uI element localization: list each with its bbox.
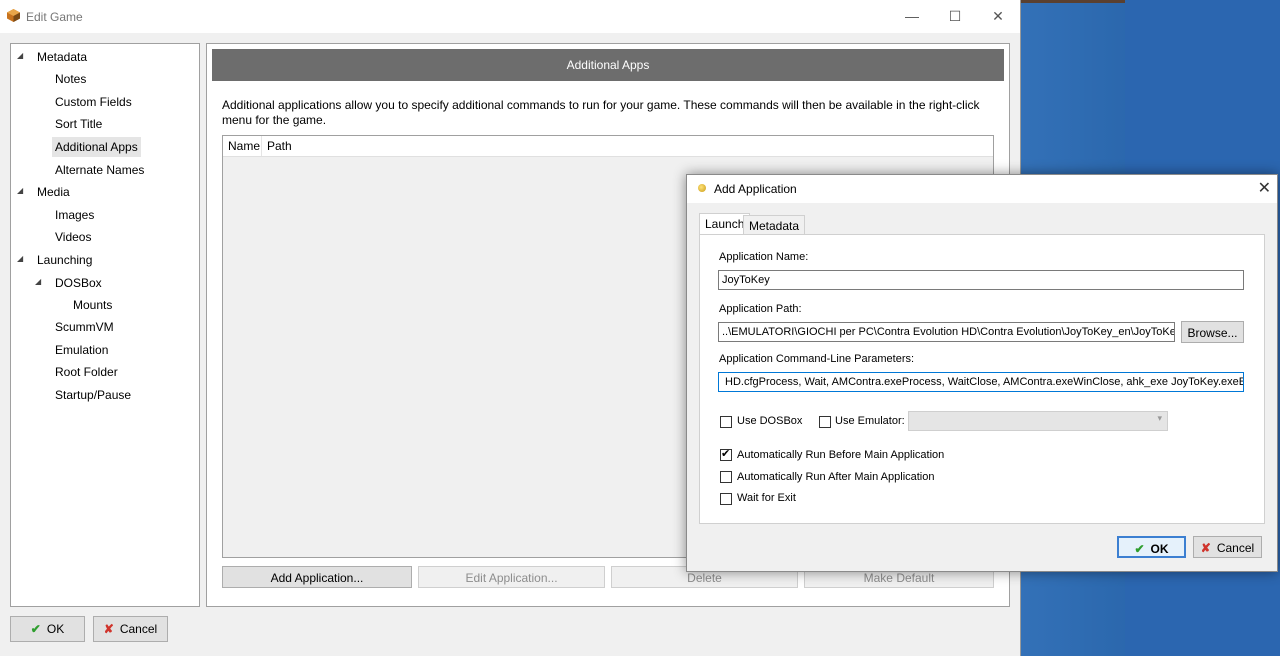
list-header: Name Path bbox=[223, 136, 993, 157]
use-dosbox-checkbox[interactable] bbox=[720, 416, 732, 428]
collapse-caret-icon[interactable]: ◢ bbox=[17, 181, 23, 201]
tree-item-emulation[interactable]: Emulation bbox=[52, 340, 111, 360]
section-header: Additional Apps bbox=[212, 49, 1004, 81]
checkmark-icon: ✔ bbox=[30, 622, 41, 636]
dialog-ok-label: OK bbox=[1150, 542, 1169, 556]
collapse-caret-icon[interactable]: ◢ bbox=[17, 249, 23, 269]
tree-item-launching[interactable]: Launching bbox=[34, 250, 95, 270]
column-path[interactable]: Path bbox=[262, 136, 367, 156]
minimize-button[interactable]: — bbox=[890, 0, 934, 33]
column-name[interactable]: Name bbox=[223, 136, 262, 156]
cmdline-input[interactable]: HD.cfgProcess, Wait, AMContra.exeProcess… bbox=[718, 372, 1244, 392]
auto-run-after-label: Automatically Run After Main Application bbox=[737, 471, 935, 483]
tree-item-additional-apps[interactable]: Additional Apps bbox=[52, 137, 141, 157]
section-description: Additional applications allow you to spe… bbox=[222, 98, 980, 127]
dialog-title-bar: Add Application ✕ bbox=[687, 175, 1277, 203]
tree-item-media[interactable]: Media bbox=[34, 182, 73, 202]
tree-item-videos[interactable]: Videos bbox=[52, 227, 94, 247]
tab-metadata[interactable]: Metadata bbox=[743, 215, 806, 235]
wait-for-exit-label: Wait for Exit bbox=[737, 492, 796, 504]
cross-icon: ✘ bbox=[103, 622, 114, 636]
dialog-ok-button[interactable]: ✔ OK bbox=[1117, 536, 1186, 558]
app-path-label: Application Path: bbox=[719, 303, 802, 315]
cmdline-label: Application Command-Line Parameters: bbox=[719, 353, 915, 365]
emulator-select[interactable]: ▾ bbox=[908, 411, 1168, 431]
dialog-close-icon[interactable]: ✕ bbox=[1258, 178, 1271, 198]
title-bar: Edit Game — ☐ ✕ bbox=[0, 0, 1020, 33]
browse-button[interactable]: Browse... bbox=[1181, 321, 1244, 343]
checkmark-icon: ✔ bbox=[721, 448, 731, 460]
launchbox-icon bbox=[7, 9, 20, 22]
dialog-title: Add Application bbox=[714, 182, 797, 196]
ok-label: OK bbox=[46, 622, 65, 636]
close-button[interactable]: ✕ bbox=[976, 0, 1020, 33]
wait-for-exit-checkbox[interactable] bbox=[720, 493, 732, 505]
use-emulator-checkbox[interactable] bbox=[819, 416, 831, 428]
dialog-cancel-button[interactable]: ✘ Cancel bbox=[1193, 536, 1262, 558]
collapse-caret-icon[interactable]: ◢ bbox=[17, 46, 23, 66]
tree-item-scummvm[interactable]: ScummVM bbox=[52, 317, 117, 337]
dialog-cancel-label: Cancel bbox=[1216, 541, 1255, 555]
tree-item-alternate-names[interactable]: Alternate Names bbox=[52, 160, 147, 180]
app-path-input[interactable]: ..\EMULATORI\GIOCHI per PC\Contra Evolut… bbox=[718, 322, 1175, 342]
auto-run-after-checkbox[interactable] bbox=[720, 471, 732, 483]
chevron-down-icon: ▾ bbox=[1157, 413, 1162, 423]
auto-run-before-checkbox[interactable]: ✔ bbox=[720, 448, 732, 461]
ok-button[interactable]: ✔ OK bbox=[10, 616, 85, 642]
navigation-tree: ◢ Metadata Notes Custom Fields Sort Titl… bbox=[10, 43, 200, 607]
add-application-dialog: Add Application ✕ Launch Metadata Applic… bbox=[686, 174, 1278, 572]
window-title: Edit Game bbox=[26, 10, 83, 24]
launch-tab-panel: Application Name: JoyToKey Application P… bbox=[699, 234, 1265, 524]
use-emulator-label: Use Emulator: bbox=[835, 415, 905, 427]
checkmark-icon: ✔ bbox=[1134, 542, 1145, 556]
tree-item-custom-fields[interactable]: Custom Fields bbox=[52, 92, 135, 112]
app-name-label: Application Name: bbox=[719, 251, 809, 263]
tree-item-metadata[interactable]: Metadata bbox=[34, 47, 90, 67]
tree-item-images[interactable]: Images bbox=[52, 205, 97, 225]
edit-application-button[interactable]: Edit Application... bbox=[418, 566, 605, 588]
tree-item-dosbox[interactable]: DOSBox bbox=[52, 273, 105, 293]
collapse-caret-icon[interactable]: ◢ bbox=[35, 272, 41, 292]
tree-item-mounts[interactable]: Mounts bbox=[70, 295, 115, 315]
tree-item-startup-pause[interactable]: Startup/Pause bbox=[52, 385, 134, 405]
app-name-input[interactable]: JoyToKey bbox=[718, 270, 1244, 290]
dialog-app-icon bbox=[698, 184, 706, 192]
cancel-label: Cancel bbox=[119, 622, 158, 636]
cancel-button[interactable]: ✘ Cancel bbox=[93, 616, 168, 642]
tree-item-root-folder[interactable]: Root Folder bbox=[52, 362, 121, 382]
add-application-button[interactable]: Add Application... bbox=[222, 566, 412, 588]
cross-icon: ✘ bbox=[1200, 541, 1211, 555]
tree-item-notes[interactable]: Notes bbox=[52, 69, 89, 89]
maximize-button[interactable]: ☐ bbox=[933, 0, 977, 33]
auto-run-before-label: Automatically Run Before Main Applicatio… bbox=[737, 449, 945, 461]
tree-item-sort-title[interactable]: Sort Title bbox=[52, 114, 105, 134]
use-dosbox-label: Use DOSBox bbox=[737, 415, 803, 427]
